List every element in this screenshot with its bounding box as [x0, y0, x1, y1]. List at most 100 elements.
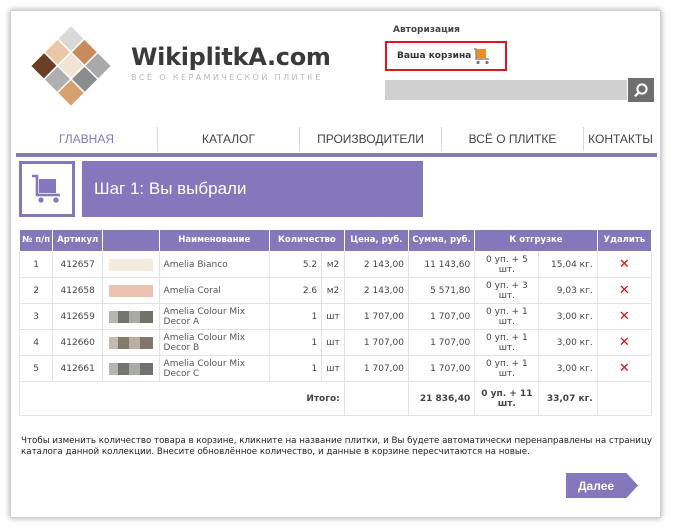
delete-button[interactable]: ✕ [596, 277, 653, 304]
row-unit: м2 [321, 277, 345, 304]
row-shipment: 0 уп. + 1 шт. [474, 303, 540, 330]
product-name-link[interactable]: Amelia Bianco [158, 251, 270, 278]
header-shipment: К отгрузке [474, 229, 598, 252]
row-sum: 11 143,60 [407, 251, 476, 278]
tile-thumbnail[interactable] [108, 310, 153, 323]
header-article: Артикул [52, 229, 104, 252]
cart-note: Чтобы изменить количество товара в корзи… [21, 436, 652, 457]
row-price: 1 707,00 [343, 355, 409, 382]
table-row: 5 412661 Amelia Colour Mix Decor C 1 шт … [18, 355, 653, 382]
total-label: Итого: [19, 381, 345, 416]
row-sum: 5 571,80 [407, 277, 476, 304]
header-num: № п/п [18, 229, 54, 252]
row-shipment: 0 уп. + 1 шт. [474, 329, 540, 356]
row-quantity: 1 [268, 329, 323, 356]
header-quantity: Количество [268, 229, 345, 252]
row-quantity: 1 [268, 303, 323, 330]
row-weight: 3,00 кг. [538, 329, 598, 356]
total-weight: 33,07 кг. [538, 381, 598, 416]
product-name-link[interactable]: Amelia Colour Mix Decor A [158, 303, 270, 330]
cart-button[interactable]: Ваша корзина [385, 41, 507, 71]
main-nav: ГЛАВНАЯ КАТАЛОГ ПРОИЗВОДИТЕЛИ ВСЁ О ПЛИТ… [16, 123, 657, 155]
row-quantity: 2.6 [268, 277, 323, 304]
cart-table: № п/п Артикул Наименование Количество Це… [18, 229, 653, 416]
cart-icon [32, 174, 60, 203]
table-row: 1 412657 Amelia Bianco 5.2 м2 2 143,00 1… [18, 251, 653, 278]
total-empty [343, 381, 409, 416]
logo-icon[interactable] [26, 21, 116, 111]
row-unit: м2 [321, 251, 345, 278]
row-num: 2 [18, 277, 54, 304]
row-sum: 1 707,00 [407, 329, 476, 356]
nav-item-catalog[interactable]: КАТАЛОГ [158, 127, 300, 151]
row-price: 1 707,00 [343, 303, 409, 330]
nav-item-about-tiles[interactable]: ВСЁ О ПЛИТКЕ [442, 127, 584, 151]
row-shipment: 0 уп. + 1 шт. [474, 355, 540, 382]
delete-icon: ✕ [618, 257, 630, 272]
row-shipment: 0 уп. + 5 шт. [474, 251, 540, 278]
delete-icon: ✕ [618, 283, 630, 298]
search-input[interactable] [385, 80, 627, 100]
delete-icon: ✕ [618, 361, 630, 376]
delete-icon: ✕ [618, 309, 630, 324]
shopping-cart-icon [474, 48, 489, 65]
tile-thumbnail[interactable] [108, 258, 153, 271]
total-empty-end [596, 381, 653, 416]
auth-link[interactable]: Авторизация [393, 25, 460, 35]
total-row: Итого: 21 836,40 0 уп. + 11 шт. 33,07 кг… [19, 381, 653, 416]
next-button-label: Далее [578, 478, 615, 493]
delete-button[interactable]: ✕ [596, 329, 653, 356]
logo-text[interactable]: WikiplitkA.com [131, 43, 331, 71]
header-delete: Удалить [596, 229, 653, 252]
step-title: Шаг 1: Вы выбрали [94, 179, 247, 198]
row-weight: 9,03 кг. [538, 277, 598, 304]
row-article: 412657 [52, 251, 104, 278]
header-image [102, 229, 160, 252]
delete-button[interactable]: ✕ [596, 303, 653, 330]
table-row: 2 412658 Amelia Coral 2.6 м2 2 143,00 5 … [18, 277, 653, 304]
row-num: 3 [18, 303, 54, 330]
total-shipment: 0 уп. + 11 шт. [474, 381, 540, 416]
table-header-row: № п/п Артикул Наименование Количество Це… [18, 229, 653, 252]
product-name-link[interactable]: Amelia Colour Mix Decor B [158, 329, 270, 356]
total-sum: 21 836,40 [407, 381, 476, 416]
nav-item-manufacturers[interactable]: ПРОИЗВОДИТЕЛИ [300, 127, 442, 151]
row-weight: 3,00 кг. [538, 355, 598, 382]
delete-button[interactable]: ✕ [596, 355, 653, 382]
row-num: 4 [18, 329, 54, 356]
row-sum: 1 707,00 [407, 303, 476, 330]
row-num: 5 [18, 355, 54, 382]
delete-icon: ✕ [618, 335, 630, 350]
row-price: 2 143,00 [343, 277, 409, 304]
table-row: 3 412659 Amelia Colour Mix Decor A 1 шт … [18, 303, 653, 330]
row-sum: 1 707,00 [407, 355, 476, 382]
tile-thumbnail[interactable] [108, 362, 153, 375]
row-num: 1 [18, 251, 54, 278]
header-price: Цена, руб. [343, 229, 409, 252]
step-icon-box [19, 161, 75, 217]
row-weight: 15,04 кг. [538, 251, 598, 278]
row-quantity: 5.2 [268, 251, 323, 278]
product-name-link[interactable]: Amelia Coral [158, 277, 270, 304]
row-shipment: 0 уп. + 3 шт. [474, 277, 540, 304]
table-row: 4 412660 Amelia Colour Mix Decor B 1 шт … [18, 329, 653, 356]
row-article: 412661 [52, 355, 104, 382]
tile-thumbnail[interactable] [108, 284, 153, 297]
row-unit: шт [321, 355, 345, 382]
row-quantity: 1 [268, 355, 323, 382]
delete-button[interactable]: ✕ [596, 251, 653, 278]
product-name-link[interactable]: Amelia Colour Mix Decor C [158, 355, 270, 382]
nav-item-contacts[interactable]: КОНТАКТЫ [584, 127, 657, 151]
row-unit: шт [321, 303, 345, 330]
row-price: 1 707,00 [343, 329, 409, 356]
search-button[interactable] [628, 78, 654, 102]
cart-label: Ваша корзина [397, 51, 472, 61]
next-button[interactable]: Далее [566, 473, 638, 498]
row-image-cell [102, 355, 160, 382]
nav-divider [16, 153, 657, 157]
row-unit: шт [321, 329, 345, 356]
header-name: Наименование [158, 229, 270, 252]
nav-item-home[interactable]: ГЛАВНАЯ [16, 127, 158, 151]
page-frame: WikiplitkA.com ВСЁ О КЕРАМИЧЕСКОЙ ПЛИТКЕ… [10, 10, 661, 518]
tile-thumbnail[interactable] [108, 336, 153, 349]
